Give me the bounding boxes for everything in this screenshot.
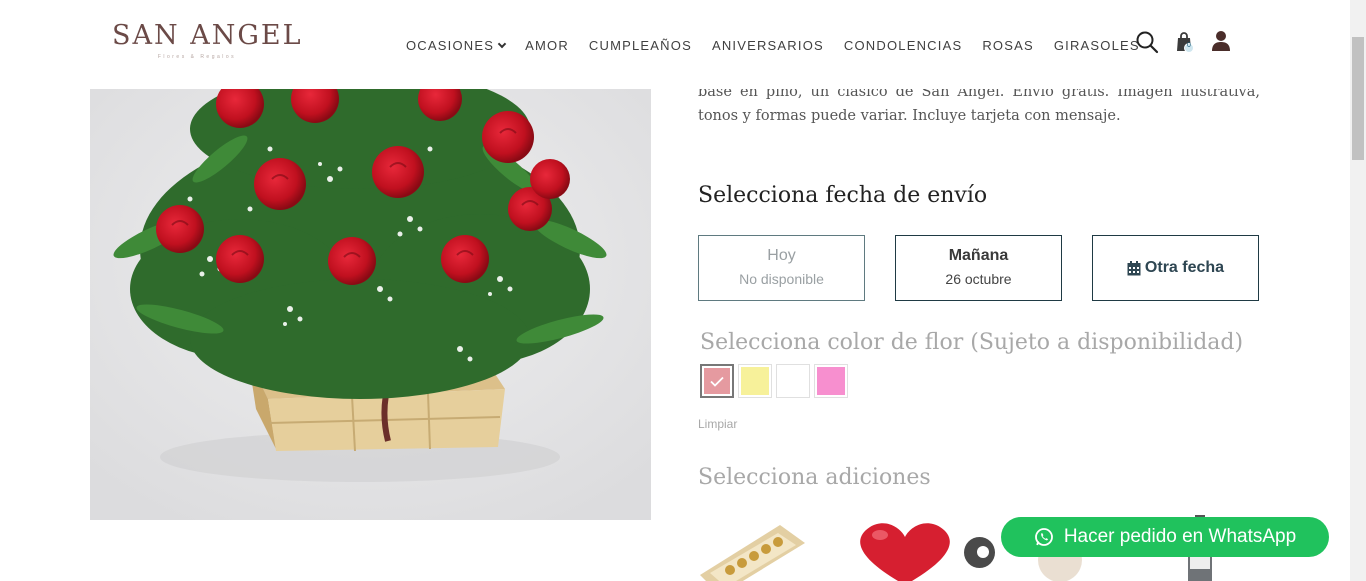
- whatsapp-order-button[interactable]: Hacer pedido en WhatsApp: [1001, 517, 1329, 557]
- product-image: [90, 89, 651, 520]
- nav-item-girasoles[interactable]: GIRASOLES: [1054, 38, 1140, 53]
- scrollbar-thumb[interactable]: [1352, 37, 1364, 160]
- logo[interactable]: SAN ANGEL Flores & Regalos: [112, 20, 303, 60]
- clear-color-link[interactable]: Limpiar: [698, 417, 737, 431]
- date-option-label: Mañana: [948, 247, 1009, 264]
- date-option-sub: 26 octubre: [945, 271, 1012, 287]
- color-swatch-hot-pink[interactable]: [814, 364, 848, 398]
- main-nav: OCASIONES AMOR CUMPLEAÑOS ANIVERSARIOS C…: [406, 38, 1160, 53]
- chevron-down-icon: [497, 39, 507, 48]
- date-option-today[interactable]: Hoy No disponible: [698, 235, 865, 301]
- shopping-bag-icon[interactable]: 0: [1174, 30, 1196, 59]
- addon-chocolate-box[interactable]: [700, 515, 810, 581]
- addon-heart-balloon[interactable]: [850, 515, 960, 581]
- color-swatch-pink[interactable]: [700, 364, 734, 398]
- nav-item-ocasiones[interactable]: OCASIONES: [406, 38, 507, 53]
- site-header: SAN ANGEL Flores & Regalos OCASIONES AMO…: [0, 0, 1350, 89]
- addons-title: Selecciona adiciones: [698, 465, 931, 490]
- nav-item-amor[interactable]: AMOR: [525, 38, 569, 53]
- date-option-sub: No disponible: [739, 271, 824, 287]
- delivery-date-title: Selecciona fecha de envío: [698, 183, 988, 208]
- date-option-label: Otra fecha: [1144, 259, 1225, 276]
- date-option-tomorrow[interactable]: Mañana 26 octubre: [895, 235, 1062, 301]
- nav-label: OCASIONES: [406, 38, 495, 53]
- logo-tagline: Flores & Regalos: [157, 54, 237, 60]
- nav-item-rosas[interactable]: ROSAS: [982, 38, 1034, 53]
- check-icon: [710, 376, 724, 387]
- cart-count: 0: [1187, 42, 1191, 49]
- user-icon[interactable]: [1211, 30, 1231, 57]
- nav-item-condolencias[interactable]: CONDOLENCIAS: [844, 38, 962, 53]
- nav-item-aniversarios[interactable]: ANIVERSARIOS: [712, 38, 824, 53]
- color-swatch-white[interactable]: [776, 364, 810, 398]
- date-option-other[interactable]: Otra fecha: [1092, 235, 1259, 301]
- whatsapp-order-label: Hacer pedido en WhatsApp: [1063, 526, 1297, 547]
- flower-color-title: Selecciona color de flor (Sujeto a dispo…: [700, 330, 1244, 355]
- whatsapp-icon: [1034, 528, 1053, 546]
- date-option-label: Hoy: [767, 247, 796, 264]
- search-icon[interactable]: [1135, 30, 1159, 59]
- chat-toggle-button[interactable]: [964, 537, 995, 568]
- color-swatch-yellow[interactable]: [738, 364, 772, 398]
- nav-item-cumpleanos[interactable]: CUMPLEAÑOS: [589, 38, 692, 53]
- logo-text: SAN ANGEL: [112, 20, 303, 51]
- calendar-icon: [1127, 260, 1141, 275]
